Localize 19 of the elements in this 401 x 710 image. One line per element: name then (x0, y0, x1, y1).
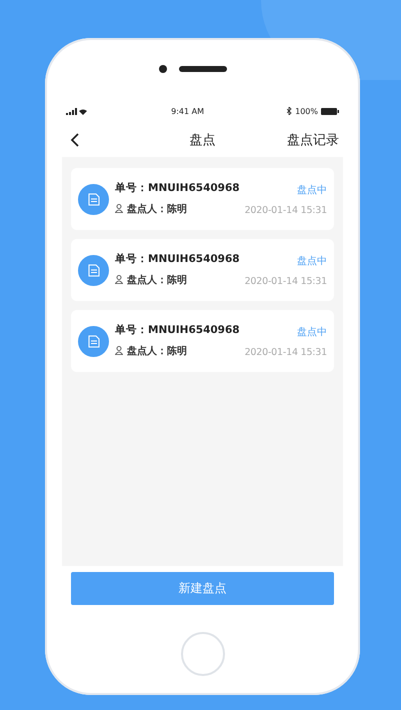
operator-name: 盘点人：陈明 (127, 202, 187, 216)
order-number: 单号：MNUIH6540968 (115, 253, 240, 267)
record-card[interactable]: 单号：MNUIH6540968 盘点人：陈明 盘点中 2020-01-14 15:31 (71, 310, 334, 372)
order-number: 单号：MNUIH6540968 (115, 182, 240, 196)
operator-name: 盘点人：陈明 (127, 344, 187, 358)
status-time: 9:41 AM (171, 106, 204, 116)
status-label: 盘点中 (297, 254, 327, 268)
status-label: 盘点中 (297, 326, 327, 338)
record-time: 2020-01-14 15:31 (244, 346, 327, 358)
page-title: 盘点 (188, 132, 216, 148)
battery-percent: 100% (295, 106, 318, 116)
record-time: 2020-01-14 15:31 (244, 276, 327, 286)
order-number: 单号：MNUIH6540968 (115, 324, 240, 338)
status-label: 盘点中 (297, 184, 327, 196)
records-link[interactable]: 盘点记录 (287, 130, 339, 148)
record-card[interactable]: 单号：MNUIH6540968 盘点人：陈明 盘点中 2020-01-14 15:31 (71, 168, 334, 230)
operator-name: 盘点人：陈明 (127, 274, 187, 287)
record-time: 2020-01-14 15:31 (244, 204, 327, 216)
record-card[interactable]: 单号：MNUIH6540968 盘点人：陈明 盘点中 2020-01-14 15:31 (71, 239, 334, 301)
